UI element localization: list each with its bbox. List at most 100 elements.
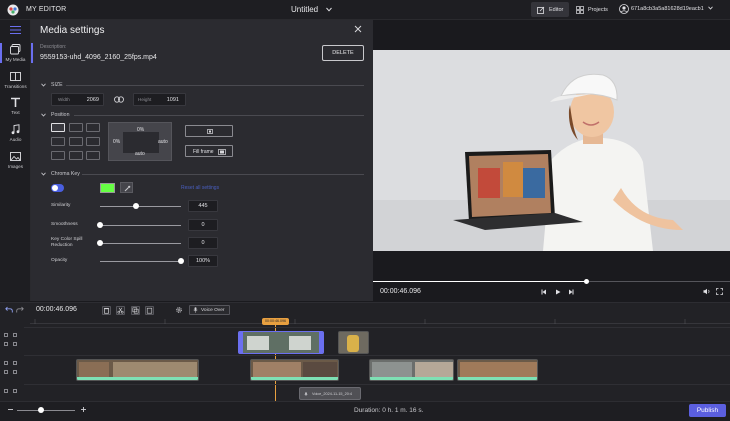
width-field[interactable]: Width 2069 <box>51 93 104 106</box>
sidebar-item-images[interactable]: Images <box>0 151 31 169</box>
sidebar-item-my-media[interactable]: My Media <box>0 43 31 63</box>
align-top-center-button[interactable] <box>69 123 83 132</box>
sidebar-item-audio[interactable]: Audio <box>0 124 31 142</box>
size-heading: SIZE <box>51 82 63 88</box>
lock-icon[interactable] <box>4 333 8 337</box>
opacity-slider-track[interactable] <box>100 261 181 262</box>
similarity-slider-track[interactable] <box>100 206 181 207</box>
fit-frame-button[interactable] <box>185 125 233 137</box>
video-clip[interactable] <box>250 359 339 381</box>
mute-icon[interactable] <box>4 370 8 374</box>
delete-button[interactable]: DELETE <box>322 45 364 61</box>
align-top-left-button[interactable] <box>51 123 65 132</box>
spill-slider-knob[interactable] <box>97 240 103 246</box>
position-right-value[interactable]: auto <box>158 139 168 145</box>
spill-input[interactable]: 0 <box>188 237 218 249</box>
user-avatar-icon[interactable] <box>619 4 629 14</box>
tab-editor[interactable]: Editor <box>531 2 569 17</box>
trash-icon[interactable] <box>13 342 17 346</box>
voice-over-button[interactable]: Voice Over <box>189 305 230 315</box>
visibility-icon[interactable] <box>13 389 17 393</box>
split-clip-button[interactable] <box>116 306 125 315</box>
smoothness-slider-track[interactable] <box>100 225 181 226</box>
align-middle-right-button[interactable] <box>86 137 100 146</box>
voice-over-label: Voice Over <box>201 307 225 313</box>
video-clip[interactable] <box>76 359 199 381</box>
preview-timecode: 00:00:46.096 <box>380 288 421 295</box>
smoothness-input[interactable]: 0 <box>188 219 218 231</box>
reset-settings-link[interactable]: Reset all settings <box>181 185 219 191</box>
playhead-marker[interactable]: 00:00:46.096 <box>262 318 289 325</box>
hamburger-menu-icon[interactable] <box>10 26 21 34</box>
link-icon[interactable] <box>114 96 124 103</box>
similarity-input[interactable]: 445 <box>188 200 218 212</box>
lock-icon[interactable] <box>4 361 8 365</box>
zoom-slider-track[interactable] <box>17 410 75 411</box>
settings-gear-icon[interactable] <box>175 306 183 314</box>
clip-trim-handle-left[interactable] <box>239 332 243 353</box>
height-field[interactable]: Height 1091 <box>133 93 186 106</box>
audio-clip[interactable]: Voice_2024-11-15_20:4 <box>299 387 361 400</box>
tab-projects[interactable]: Projects <box>570 2 610 17</box>
publish-button[interactable]: Publish <box>689 404 726 417</box>
align-bottom-left-button[interactable] <box>51 151 65 160</box>
sidebar-item-text[interactable]: Text <box>0 97 31 115</box>
align-top-right-button[interactable] <box>86 123 100 132</box>
user-name[interactable]: 671a8cb3a5a81628d19eacb1 <box>631 6 714 12</box>
skip-back-icon[interactable] <box>541 289 547 295</box>
delete-clip-button[interactable] <box>102 306 111 315</box>
close-icon[interactable] <box>354 25 362 33</box>
fill-frame-button[interactable]: Fill frame <box>185 145 233 157</box>
sidebar-item-transitions[interactable]: Transitions <box>0 71 31 89</box>
zoom-in-icon[interactable] <box>80 406 87 413</box>
timeline-ruler[interactable] <box>30 316 730 324</box>
visibility-icon[interactable] <box>13 361 17 365</box>
similarity-slider-knob[interactable] <box>133 203 139 209</box>
app-title: MY EDITOR <box>26 6 67 13</box>
video-clip[interactable] <box>369 359 454 381</box>
zoom-out-icon[interactable] <box>7 406 14 413</box>
copy-clip-button[interactable] <box>131 306 140 315</box>
zoom-slider-knob[interactable] <box>38 407 44 413</box>
align-bottom-right-button[interactable] <box>86 151 100 160</box>
chevron-down-icon[interactable] <box>41 83 46 87</box>
redo-icon[interactable] <box>16 306 24 313</box>
position-bottom-value[interactable]: auto <box>135 151 145 157</box>
volume-icon[interactable] <box>703 288 711 295</box>
visibility-icon[interactable] <box>13 333 17 337</box>
chroma-key-toggle[interactable] <box>51 184 64 192</box>
image-clip[interactable] <box>338 331 369 354</box>
chevron-down-icon[interactable] <box>41 172 46 176</box>
opacity-slider-knob[interactable] <box>178 258 184 264</box>
fullscreen-icon[interactable] <box>716 288 723 295</box>
eyedropper-button[interactable] <box>120 182 133 193</box>
video-clip[interactable] <box>457 359 538 381</box>
skip-forward-icon[interactable] <box>568 289 574 295</box>
trash-icon[interactable] <box>13 370 17 374</box>
clip-trim-handle-right[interactable] <box>319 332 323 353</box>
document-title[interactable]: Untitled <box>291 5 333 14</box>
undo-icon[interactable] <box>5 306 13 313</box>
grid-icon <box>576 5 584 14</box>
video-frame-image <box>373 50 730 251</box>
key-color-swatch[interactable] <box>100 183 115 193</box>
mute-icon[interactable] <box>4 342 8 346</box>
position-top-value[interactable]: 0% <box>137 127 144 133</box>
spill-slider-track[interactable] <box>100 243 181 244</box>
opacity-input[interactable]: 100% <box>188 255 218 267</box>
video-preview[interactable] <box>373 50 730 251</box>
clip-audio-strip <box>458 377 537 380</box>
preview-progress-knob[interactable] <box>584 279 589 284</box>
chevron-down-icon[interactable] <box>41 113 46 117</box>
align-middle-left-button[interactable] <box>51 137 65 146</box>
align-middle-center-button[interactable] <box>69 137 83 146</box>
play-icon[interactable] <box>555 289 561 295</box>
clip-thumbnail <box>253 362 301 377</box>
lock-icon[interactable] <box>4 389 8 393</box>
position-left-value[interactable]: 0% <box>113 139 120 145</box>
paste-clip-button[interactable] <box>145 306 154 315</box>
text-icon <box>10 97 21 108</box>
smoothness-slider-knob[interactable] <box>97 222 103 228</box>
video-clip-selected[interactable] <box>238 331 324 354</box>
align-bottom-center-button[interactable] <box>69 151 83 160</box>
